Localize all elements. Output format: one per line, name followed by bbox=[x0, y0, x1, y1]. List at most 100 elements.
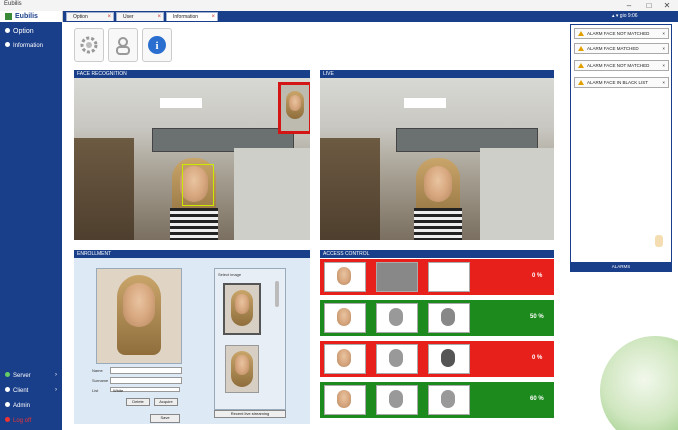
close-icon[interactable]: × bbox=[662, 61, 665, 70]
scrollbar[interactable] bbox=[275, 281, 279, 307]
gear-icon bbox=[80, 36, 98, 54]
access-thumb-match bbox=[376, 385, 418, 415]
access-row[interactable]: 0 % bbox=[320, 341, 554, 377]
sidebar-item-label: Client bbox=[13, 388, 29, 394]
tab-label: Option bbox=[73, 14, 88, 20]
sidebar-item-server[interactable]: Server › bbox=[5, 372, 57, 379]
sidebar-item-option[interactable]: Option bbox=[5, 28, 34, 35]
clock-display: ▴ ▾ gio 9:06 bbox=[612, 13, 638, 19]
opt-face bbox=[235, 294, 249, 314]
thumb-face-gray bbox=[389, 349, 403, 367]
list-select[interactable]: White bbox=[110, 387, 180, 393]
brand-name: Eubilis bbox=[15, 13, 38, 20]
thumb-face bbox=[289, 95, 301, 111]
image-option-2[interactable] bbox=[225, 345, 259, 393]
sidebar-item-label: Server bbox=[13, 373, 31, 379]
window-title: Eubilis bbox=[4, 1, 22, 7]
thumb-face bbox=[337, 308, 351, 326]
close-icon[interactable]: × bbox=[662, 29, 665, 38]
alarms-footer: ALARMS bbox=[571, 262, 671, 271]
select-image-label: Select image bbox=[218, 272, 242, 277]
logoff-icon bbox=[5, 417, 10, 422]
thumb-face-gray bbox=[389, 308, 403, 326]
enrollment-panel: Name Surname List White Delete Acquire S… bbox=[74, 258, 310, 424]
svg-text:i: i bbox=[155, 40, 158, 52]
face-detection-box bbox=[182, 164, 214, 206]
close-icon[interactable]: × bbox=[211, 13, 215, 22]
recent-live-streaming-button[interactable]: Recent live streaming bbox=[214, 410, 286, 418]
client-icon bbox=[5, 387, 10, 392]
access-thumb-live bbox=[324, 262, 366, 292]
access-thumb-live bbox=[324, 344, 366, 374]
access-thumb-match bbox=[376, 262, 418, 292]
shelf bbox=[74, 138, 134, 240]
opt-face bbox=[235, 355, 249, 375]
list-label: List bbox=[92, 388, 99, 393]
access-thumb-match bbox=[376, 344, 418, 374]
tab-information[interactable]: Information × bbox=[166, 12, 218, 21]
user-icon bbox=[116, 37, 130, 55]
tab-label: User bbox=[123, 14, 134, 20]
info-icon: i bbox=[148, 36, 166, 54]
alarm-label: ALARM FACE NOT MATCHED bbox=[587, 31, 650, 36]
sidebar-item-logoff[interactable]: Log off bbox=[5, 417, 31, 424]
sidebar-item-client[interactable]: Client › bbox=[5, 387, 57, 394]
name-field[interactable] bbox=[110, 367, 182, 374]
surname-field[interactable] bbox=[110, 377, 182, 384]
surname-label: Surname bbox=[92, 378, 109, 383]
globe-decoration bbox=[594, 330, 678, 430]
shelf bbox=[320, 138, 380, 240]
person-shirt bbox=[414, 208, 462, 240]
info-tool-button[interactable]: i bbox=[142, 28, 172, 62]
delete-button[interactable]: Delete bbox=[126, 398, 150, 406]
close-icon[interactable]: × bbox=[662, 78, 665, 87]
maximize-button[interactable]: □ bbox=[642, 0, 656, 11]
person-face bbox=[424, 166, 452, 202]
match-percentage: 0 % bbox=[532, 355, 543, 361]
sidebar-item-admin[interactable]: Admin bbox=[5, 402, 30, 409]
user-icon bbox=[5, 402, 10, 407]
info-icon bbox=[5, 42, 10, 47]
sidebar-item-label: Log off bbox=[13, 418, 32, 424]
chevron-right-icon: › bbox=[55, 387, 57, 393]
globe-icon bbox=[600, 336, 678, 430]
minimize-button[interactable]: – bbox=[622, 0, 636, 11]
alarm-label: ALARM FACE NOT MATCHED bbox=[587, 63, 650, 68]
access-thumb-match bbox=[428, 303, 470, 333]
warning-icon bbox=[578, 63, 584, 69]
warning-icon bbox=[578, 31, 584, 37]
tab-user[interactable]: User × bbox=[116, 12, 164, 21]
alarm-item[interactable]: ALARM FACE NOT MATCHED × bbox=[574, 28, 669, 39]
chevron-right-icon: › bbox=[55, 372, 57, 378]
tab-option[interactable]: Option × bbox=[66, 12, 114, 21]
alarm-label: ALARM FACE IN BLACK LIST bbox=[587, 80, 649, 85]
matched-face-thumbnail[interactable] bbox=[278, 82, 310, 134]
panel-header-access-control: ACCESS CONTROL bbox=[320, 250, 554, 258]
acquire-button[interactable]: Acquire bbox=[154, 398, 178, 406]
access-row[interactable]: 50 % bbox=[320, 300, 554, 336]
alarm-label: ALARM FACE MATCHED bbox=[587, 46, 639, 51]
close-icon[interactable]: × bbox=[107, 13, 111, 22]
sidebar-item-information[interactable]: Information bbox=[5, 42, 43, 49]
alarm-item[interactable]: ALARM FACE IN BLACK LIST × bbox=[574, 77, 669, 88]
access-row[interactable]: 60 % bbox=[320, 382, 554, 418]
hand-cursor-icon bbox=[655, 235, 663, 247]
close-icon[interactable]: × bbox=[157, 13, 161, 22]
thumb-face-gray bbox=[441, 308, 455, 326]
settings-tool-button[interactable] bbox=[74, 28, 104, 62]
alarms-panel: ALARM FACE NOT MATCHED × ALARM FACE MATCH… bbox=[570, 24, 672, 272]
thumb-face bbox=[337, 390, 351, 408]
user-tool-button[interactable] bbox=[108, 28, 138, 62]
ceiling-light bbox=[160, 98, 202, 108]
image-option-1[interactable] bbox=[223, 283, 261, 335]
close-icon[interactable]: × bbox=[662, 44, 665, 53]
save-button[interactable]: Save bbox=[150, 414, 180, 423]
gear-icon bbox=[5, 28, 10, 33]
match-percentage: 50 % bbox=[530, 314, 544, 320]
alarm-item[interactable]: ALARM FACE NOT MATCHED × bbox=[574, 60, 669, 71]
sidebar-item-label: Information bbox=[13, 43, 44, 49]
alarm-item[interactable]: ALARM FACE MATCHED × bbox=[574, 43, 669, 54]
tab-label: Information bbox=[173, 14, 199, 20]
close-button[interactable]: ✕ bbox=[660, 0, 674, 11]
access-row[interactable]: 0 % bbox=[320, 259, 554, 295]
